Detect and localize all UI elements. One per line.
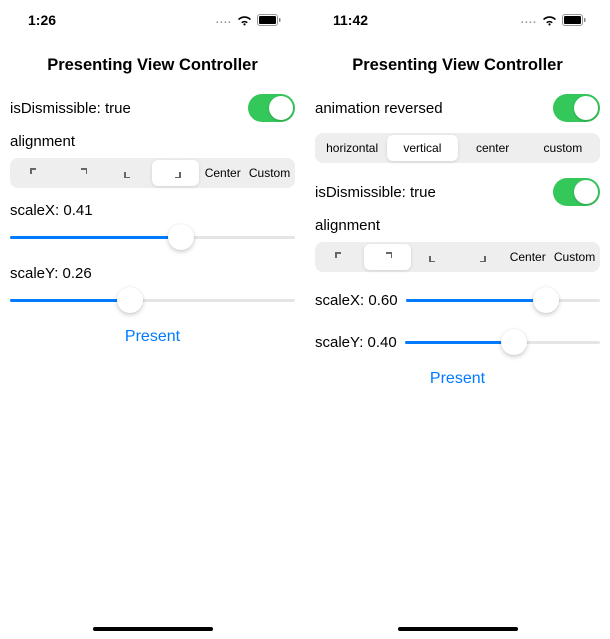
seg-option-center[interactable]: Center (504, 244, 551, 270)
scaley-slider[interactable] (10, 286, 295, 314)
alignment-label: alignment (10, 133, 295, 150)
status-time: 11:42 (333, 12, 368, 28)
home-indicator[interactable] (93, 627, 213, 632)
seg-option-custom[interactable]: Custom (551, 244, 598, 270)
corner-tl-icon (30, 168, 40, 178)
seg-option-center[interactable]: Center (199, 160, 246, 186)
phone-right: 11:42 .... Presenting View Controller an… (305, 0, 610, 639)
page-title: Presenting View Controller (10, 56, 295, 75)
corner-br-icon (171, 168, 181, 178)
home-indicator[interactable] (398, 627, 518, 632)
corner-bl-icon (429, 252, 439, 262)
dismissible-label: isDismissible: true (315, 184, 436, 201)
status-time: 1:26 (28, 12, 56, 28)
animation-reversed-toggle[interactable] (553, 94, 600, 122)
scalex-label: scaleX: 0.41 (10, 202, 93, 219)
status-indicators: .... (521, 14, 586, 26)
animation-reversed-label: animation reversed (315, 100, 443, 117)
dismissible-toggle[interactable] (248, 94, 295, 122)
corner-br-icon (476, 252, 486, 262)
battery-icon (562, 14, 586, 26)
wifi-icon (542, 15, 557, 26)
scaley-slider[interactable] (405, 328, 600, 356)
wifi-icon (237, 15, 252, 26)
seg-option-tl[interactable] (317, 244, 364, 270)
seg-option-custom[interactable]: Custom (246, 160, 293, 186)
seg-option-br[interactable] (152, 160, 199, 186)
seg-option-tr[interactable] (364, 244, 411, 270)
animation-segmented[interactable]: horizontalverticalcentercustom (315, 133, 600, 163)
scalex-slider[interactable] (406, 286, 600, 314)
dismissible-label: isDismissible: true (10, 100, 131, 117)
corner-tr-icon (77, 168, 87, 178)
seg-option-center[interactable]: center (458, 135, 528, 161)
page-title: Presenting View Controller (315, 56, 600, 75)
seg-option-br[interactable] (457, 244, 504, 270)
seg-option-bl[interactable] (106, 160, 153, 186)
scaley-label: scaleY: 0.26 (10, 265, 92, 282)
dismissible-toggle[interactable] (553, 178, 600, 206)
seg-option-custom[interactable]: custom (528, 135, 598, 161)
corner-tr-icon (382, 252, 392, 262)
seg-option-vertical[interactable]: vertical (387, 135, 457, 161)
present-button[interactable]: Present (315, 370, 600, 388)
status-bar: 1:26 .... (0, 0, 305, 40)
phone-left: 1:26 .... Presenting View Controller isD… (0, 0, 305, 639)
alignment-segmented[interactable]: CenterCustom (10, 158, 295, 188)
alignment-label: alignment (315, 217, 600, 234)
seg-option-tl[interactable] (12, 160, 59, 186)
scalex-label: scaleX: 0.60 (315, 292, 398, 309)
corner-tl-icon (335, 252, 345, 262)
seg-option-horizontal[interactable]: horizontal (317, 135, 387, 161)
battery-icon (257, 14, 281, 26)
scalex-slider[interactable] (10, 223, 295, 251)
cellular-icon: .... (216, 14, 232, 26)
corner-bl-icon (124, 168, 134, 178)
seg-option-tr[interactable] (59, 160, 106, 186)
present-button[interactable]: Present (10, 328, 295, 346)
status-indicators: .... (216, 14, 281, 26)
cellular-icon: .... (521, 14, 537, 26)
alignment-segmented[interactable]: CenterCustom (315, 242, 600, 272)
status-bar: 11:42 .... (305, 0, 610, 40)
seg-option-bl[interactable] (411, 244, 458, 270)
scaley-label: scaleY: 0.40 (315, 334, 397, 351)
